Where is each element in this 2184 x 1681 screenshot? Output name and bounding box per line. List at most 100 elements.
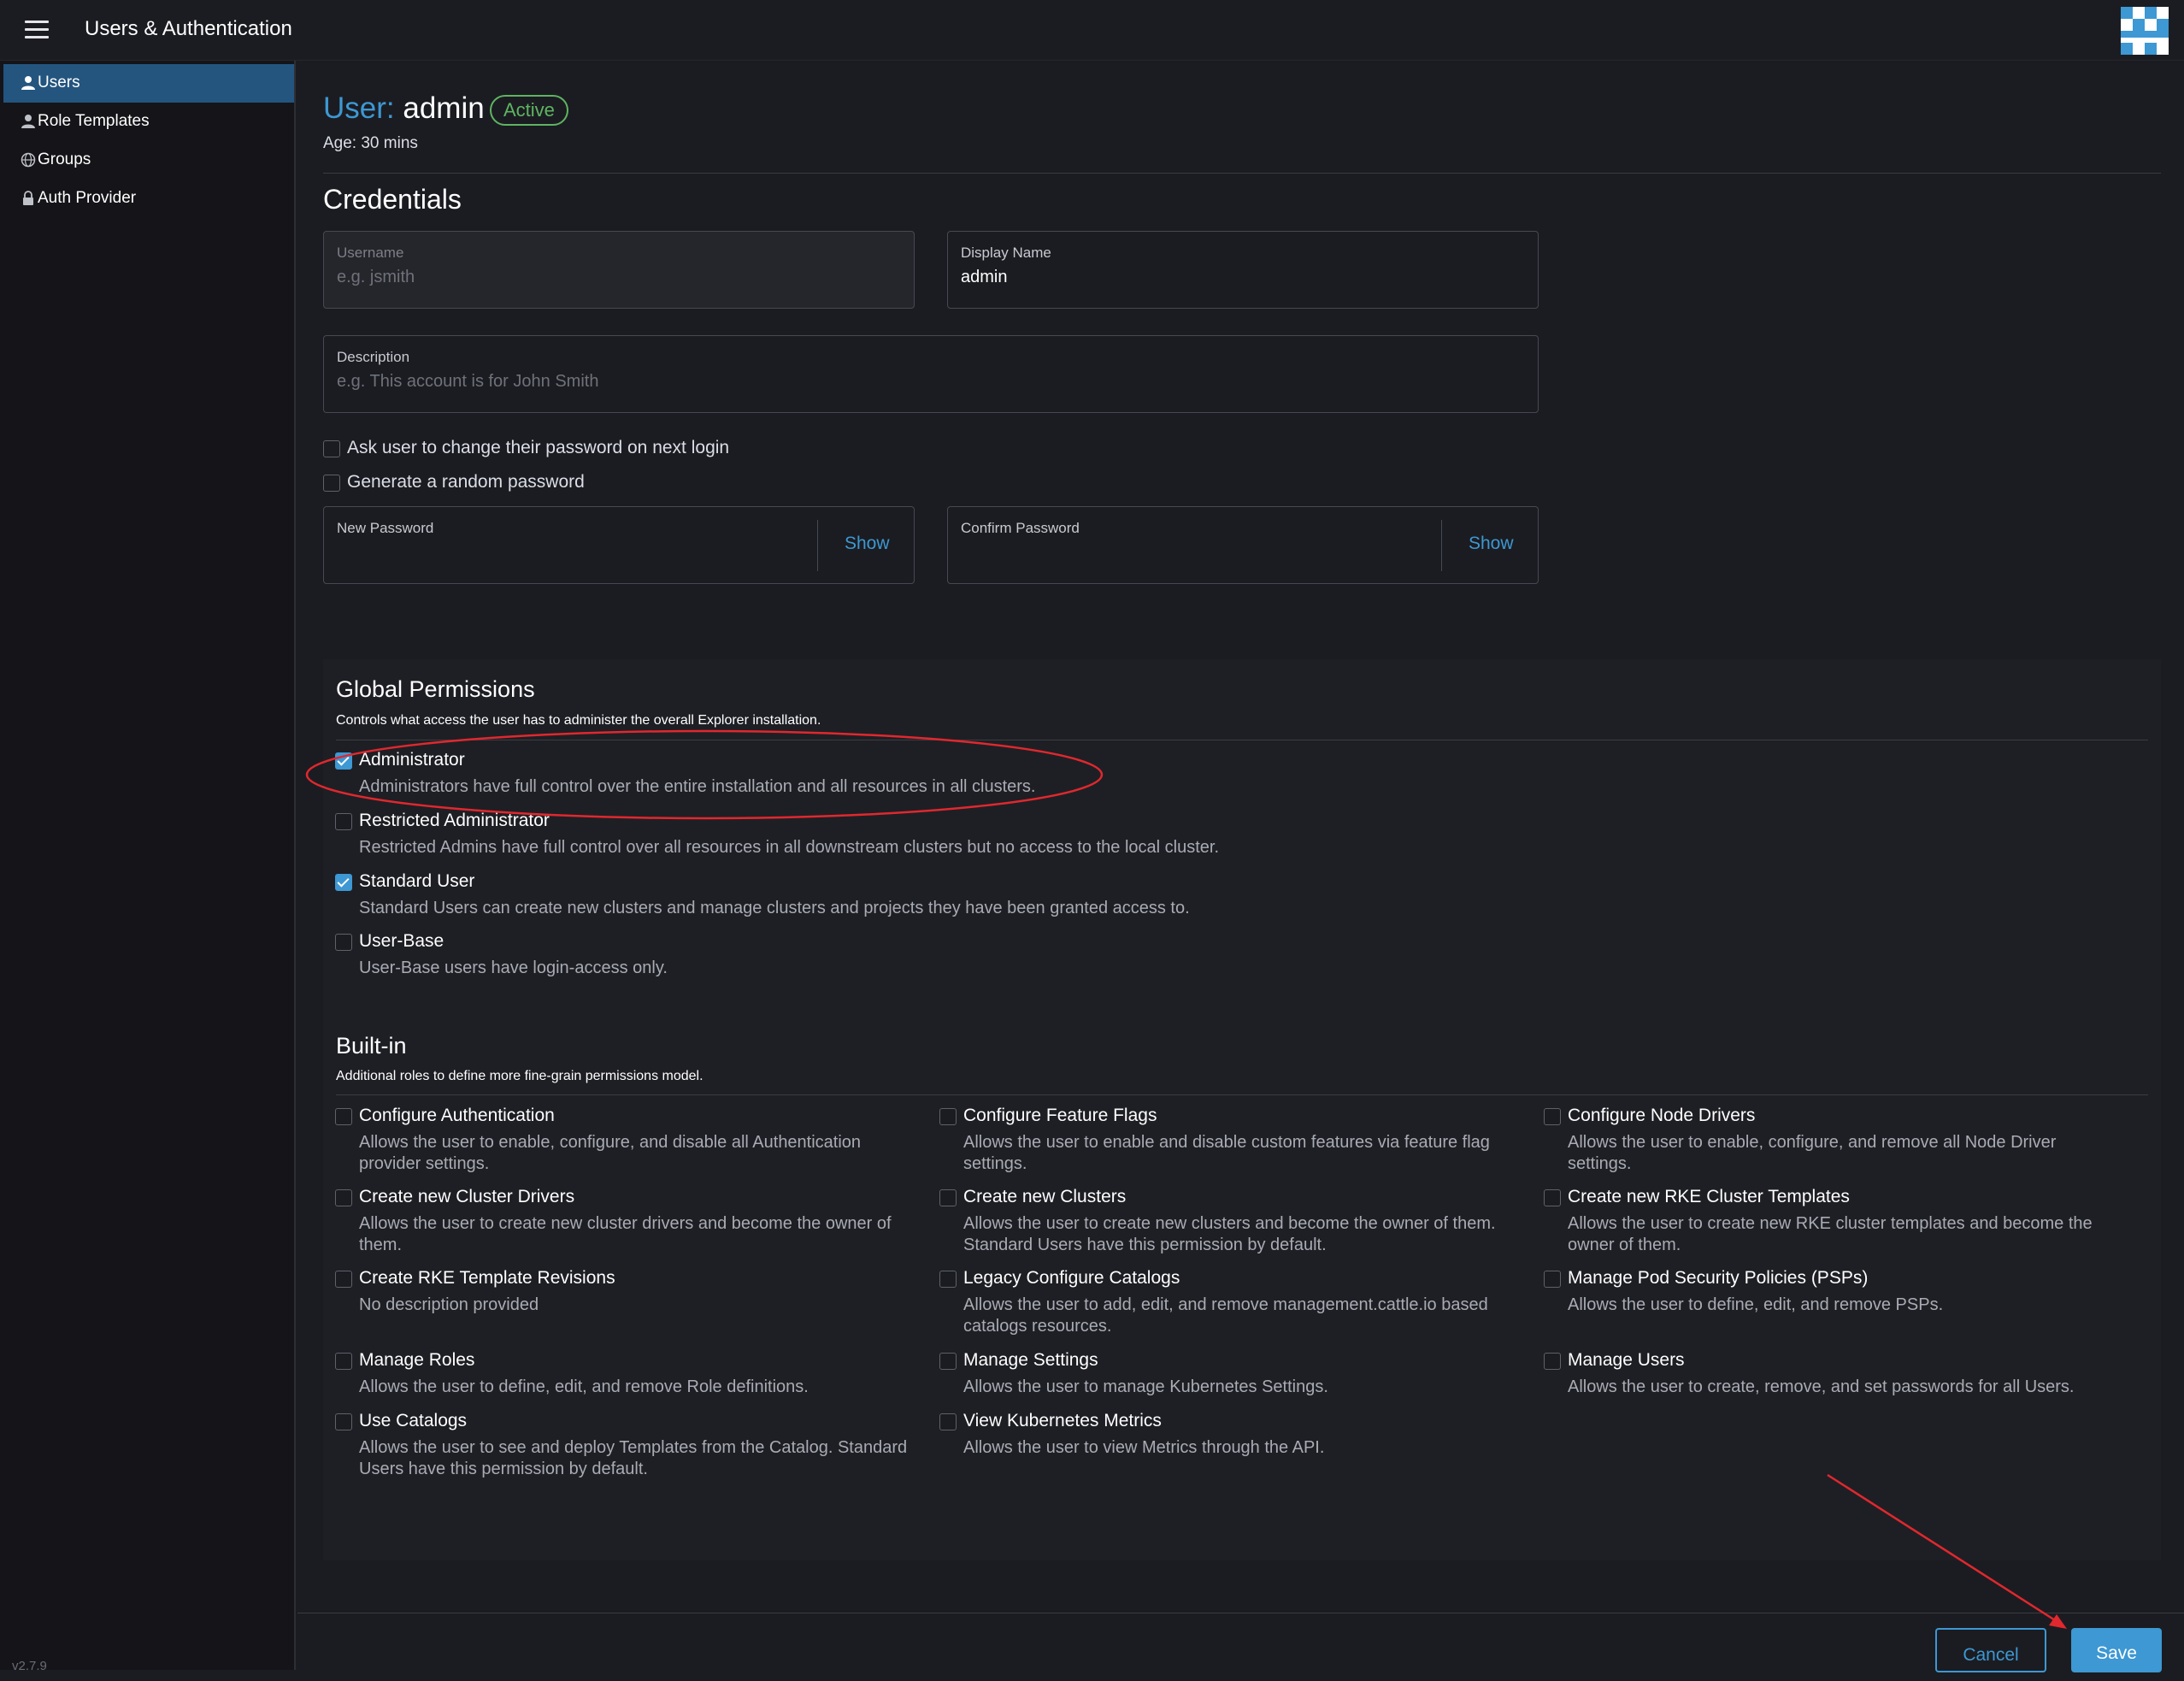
display-name-field[interactable]: Display Name admin [947,231,1539,309]
builtin-desc: No description provided [359,1295,539,1314]
builtin-name: Configure Node Drivers [1568,1106,1756,1125]
builtin-desc: Allows the user to define, edit, and rem… [359,1377,809,1396]
field-separator [1441,520,1442,571]
sidebar-item-label: Role Templates [38,112,150,130]
builtin-checkbox[interactable] [335,1413,352,1430]
builtin-checkbox[interactable] [335,1271,352,1288]
description-label: Description [337,349,410,365]
builtin-desc: Allows the user to enable, configure, an… [1568,1133,2057,1173]
lock-icon [23,191,33,205]
builtin-desc: Allows the user to create new clusters a… [963,1214,1496,1254]
save-button[interactable]: Save [2071,1628,2162,1672]
builtin-name: Legacy Configure Catalogs [963,1268,1180,1288]
sidebar-item-groups[interactable]: Groups [3,141,294,180]
sidebar-item-role-templates[interactable]: Role Templates [3,103,294,141]
builtin-permissions-panel: Built-in Additional roles to define more… [323,1020,2161,1560]
builtin-name: Manage Pod Security Policies (PSPs) [1568,1268,1869,1288]
sidebar-item-label: Users [38,74,80,91]
builtin-checkbox[interactable] [939,1189,957,1206]
global-permissions-subtitle: Controls what access the user has to adm… [336,713,821,728]
builtin-name: Configure Feature Flags [963,1106,1157,1125]
builtin-desc: Allows the user to define, edit, and rem… [1568,1295,1944,1314]
page-title: User: admin [323,91,485,126]
builtin-name: Manage Roles [359,1350,475,1370]
builtin-desc: Allows the user to add, edit, and remove… [963,1295,1488,1336]
builtin-checkbox[interactable] [1544,1353,1561,1370]
builtin-desc: Allows the user to enable, configure, an… [359,1133,862,1173]
standard-user-description: Standard Users can create new clusters a… [359,899,1190,917]
builtin-checkbox[interactable] [1544,1271,1561,1288]
user-icon [21,76,35,90]
builtin-checkbox[interactable] [939,1271,957,1288]
panel-divider [336,1094,2148,1095]
sidebar-item-users[interactable]: Users [3,64,294,103]
builtin-checkbox[interactable] [335,1108,352,1125]
confirm-password-label: Confirm Password [961,520,1080,536]
page-header-title: Users & Authentication [85,17,292,40]
builtin-checkbox[interactable] [1544,1108,1561,1125]
status-badge: Active [490,95,568,126]
builtin-desc: Allows the user to create new cluster dr… [359,1214,892,1254]
restricted-administrator-checkbox[interactable] [335,813,352,830]
builtin-name: Manage Users [1568,1350,1685,1370]
app-logo-icon[interactable] [2121,7,2169,55]
random-password-checkbox[interactable] [323,475,340,492]
builtin-subtitle: Additional roles to define more fine-gra… [336,1069,703,1083]
username-label: Username [337,245,404,261]
builtin-name: Create RKE Template Revisions [359,1268,615,1288]
user-base-checkbox[interactable] [335,934,352,951]
menu-icon[interactable] [25,21,49,39]
username-field[interactable]: Username e.g. jsmith [323,231,915,309]
field-separator [817,520,818,571]
administrator-label: Administrator [359,750,465,770]
builtin-checkbox[interactable] [335,1353,352,1370]
builtin-desc: Allows the user to create new RKE cluste… [1568,1214,2093,1254]
sidebar-item-label: Groups [38,150,91,168]
page-title-prefix: User: [323,91,395,125]
ask-change-password-checkbox[interactable] [323,440,340,457]
administrator-checkbox[interactable] [335,752,352,770]
global-permissions-title: Global Permissions [336,676,535,702]
global-permissions-panel: Global Permissions Controls what access … [323,659,2161,1063]
user-age: Age: 30 mins [323,134,418,152]
main-content: User: admin Active Age: 30 mins Credenti… [297,61,2184,1672]
builtin-checkbox[interactable] [335,1189,352,1206]
user-icon [21,115,35,128]
restricted-administrator-description: Restricted Admins have full control over… [359,838,1220,857]
builtin-title: Built-in [336,1033,407,1059]
builtin-desc: Allows the user to see and deploy Templa… [359,1438,908,1478]
standard-user-checkbox[interactable] [335,874,352,891]
cancel-button[interactable]: Cancel [1935,1628,2046,1672]
builtin-name: Manage Settings [963,1350,1098,1370]
random-password-label: Generate a random password [347,472,585,492]
ask-change-password-label: Ask user to change their password on nex… [347,438,730,457]
show-confirm-password-button[interactable]: Show [1469,534,1514,554]
builtin-name: Create new RKE Cluster Templates [1568,1187,1850,1206]
builtin-name: Create new Clusters [963,1187,1127,1206]
restricted-administrator-label: Restricted Administrator [359,811,550,830]
builtin-name: Use Catalogs [359,1411,468,1430]
page-title-username: admin [403,91,485,125]
display-name-value: admin [961,268,1008,286]
username-placeholder: e.g. jsmith [337,268,415,286]
display-name-label: Display Name [961,245,1051,261]
credentials-title: Credentials [323,184,462,215]
builtin-checkbox[interactable] [939,1108,957,1125]
builtin-name: Create new Cluster Drivers [359,1187,575,1206]
description-field[interactable]: Description e.g. This account is for Joh… [323,335,1539,413]
builtin-name: Configure Authentication [359,1106,555,1125]
user-base-label: User-Base [359,931,444,951]
new-password-label: New Password [337,520,434,536]
new-password-field[interactable]: New Password Show [323,506,915,584]
builtin-desc: Allows the user to manage Kubernetes Set… [963,1377,1328,1396]
description-placeholder: e.g. This account is for John Smith [337,372,599,391]
show-new-password-button[interactable]: Show [845,534,890,554]
header-divider [323,173,2161,174]
user-base-description: User-Base users have login-access only. [359,958,668,977]
builtin-checkbox[interactable] [939,1413,957,1430]
builtin-checkbox[interactable] [1544,1189,1561,1206]
confirm-password-field[interactable]: Confirm Password Show [947,506,1539,584]
builtin-checkbox[interactable] [939,1353,957,1370]
sidebar-item-auth-provider[interactable]: Auth Provider [3,180,294,218]
standard-user-label: Standard User [359,871,475,891]
